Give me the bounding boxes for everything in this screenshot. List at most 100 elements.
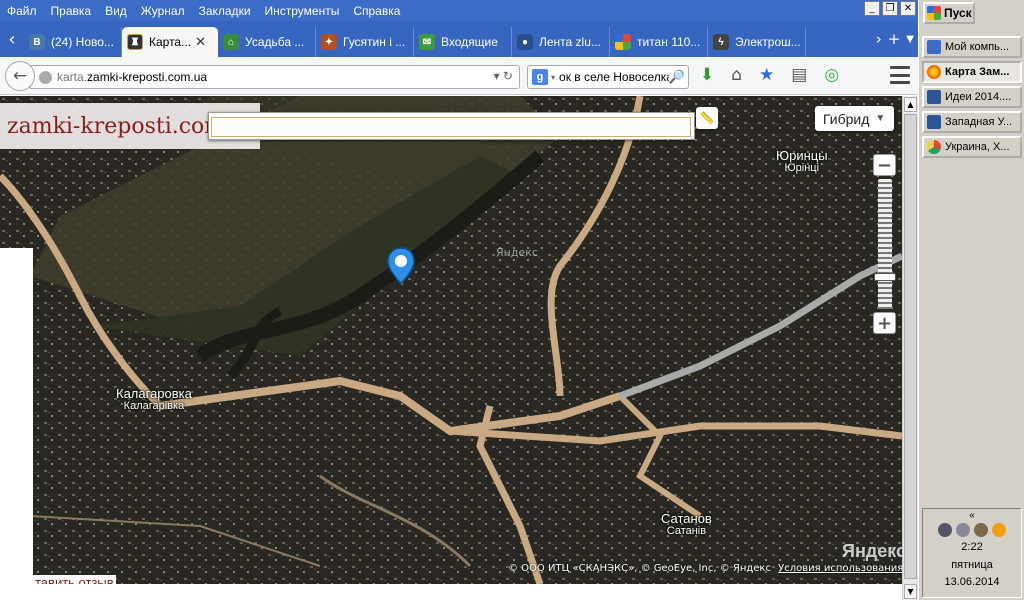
avast-icon[interactable] <box>992 523 1006 537</box>
zoom-slider-track[interactable] <box>873 179 896 309</box>
scrollbar-thumb[interactable] <box>904 114 917 579</box>
search-icon[interactable]: 🔎 <box>668 69 685 85</box>
taskbar-item-firefox[interactable]: Карта Зам... <box>922 61 1022 83</box>
menu-tools[interactable]: Инструменты <box>258 4 347 18</box>
yandex-logo: Яндекс <box>842 541 902 561</box>
start-button[interactable]: Пуск <box>923 2 975 24</box>
tab-scroll-left-icon[interactable]: ‹ <box>0 21 24 57</box>
place-label-satanov: Сатанов Сатанів <box>661 512 712 538</box>
taskbar-item-word-ideas[interactable]: Идеи 2014.... <box>922 86 1022 108</box>
toolbar-icons: ⬇ ⌂ ★ ▤ ◎ <box>700 65 839 85</box>
tab-husiatyn[interactable]: ✦ Гусятин і ... <box>316 27 414 57</box>
satellite-map[interactable]: Яндекс Юринцы Юрінці Калагаровка Калагар… <box>0 96 902 584</box>
layer-select-button[interactable]: Гибрид ▼ <box>815 106 894 131</box>
zoom-control: − + <box>873 154 896 334</box>
home-icon[interactable]: ⌂ <box>731 65 742 85</box>
browser-window: Файл Правка Вид Журнал Закладки Инструме… <box>0 0 918 600</box>
menu-history[interactable]: Журнал <box>134 4 192 18</box>
speaker-icon[interactable] <box>938 523 952 537</box>
menu-edit[interactable]: Правка <box>44 4 99 18</box>
menu-help[interactable]: Справка <box>346 4 407 18</box>
tab-close-icon[interactable]: ✕ <box>195 34 206 50</box>
taskbar-item-label: Украина, Х... <box>945 141 1010 153</box>
navigation-bar: karta. zamki-kreposti.com.ua ▾ ↻ ← g ▾ о… <box>0 57 918 95</box>
back-button[interactable]: ← <box>5 61 35 91</box>
tab-label: титан 110... <box>637 35 701 49</box>
disc-icon[interactable] <box>956 523 970 537</box>
taskbar-item-chrome[interactable]: Украина, Х... <box>922 136 1022 158</box>
tab-electro[interactable]: ϟ Электрош... <box>708 27 806 57</box>
address-bar[interactable]: karta. zamki-kreposti.com.ua ▾ ↻ <box>30 65 520 89</box>
clock-date: 13.06.2014 <box>944 576 1000 588</box>
back-arrow-icon: ← <box>12 66 28 86</box>
zoom-slider-handle[interactable] <box>873 273 896 281</box>
bookmarks-list-icon[interactable]: ▤ <box>791 65 807 85</box>
close-button[interactable]: ✕ <box>900 1 916 16</box>
place-name-ru: Юринцы <box>776 148 828 163</box>
map-search-input[interactable] <box>211 117 691 137</box>
tab-usadba[interactable]: ⌂ Усадьба ... <box>218 27 316 57</box>
taskbar-item-label: Идеи 2014.... <box>945 91 1012 103</box>
menu-file[interactable]: Файл <box>0 4 44 18</box>
taskbar-item-my-computer[interactable]: Мой компь... <box>922 36 1022 58</box>
restore-button[interactable]: ❐ <box>882 1 898 16</box>
chrome-icon <box>927 140 941 154</box>
new-tab-icon[interactable]: + <box>888 30 901 48</box>
tab-label: (24) Ново... <box>51 35 114 49</box>
picture-icon: ✦ <box>321 34 337 50</box>
place-name-ua: Сатанів <box>666 525 707 537</box>
place-label-kalagarovka: Калагаровка Калагарівка <box>116 387 192 413</box>
network-icon[interactable] <box>974 523 988 537</box>
minimize-button[interactable]: _ <box>864 1 880 16</box>
tray-expand-icon[interactable]: « <box>923 510 1021 521</box>
clock-day: пятница <box>951 559 993 571</box>
tab-label: Усадьба ... <box>245 35 305 49</box>
layer-select-label: Гибрид <box>823 110 870 127</box>
tab-inbox[interactable]: ✉ Входящие <box>414 27 512 57</box>
clock-time[interactable]: 2:22 <box>923 541 1021 553</box>
list-tabs-icon[interactable]: ▼ <box>906 34 914 45</box>
search-engine-dropdown-icon[interactable]: ▾ <box>551 73 555 82</box>
terms-link[interactable]: Условия использования <box>778 563 902 574</box>
page-bottom-strip <box>0 584 902 600</box>
google-icon[interactable]: g <box>532 69 548 85</box>
place-name-ua: Калагарівка <box>123 400 185 412</box>
tab-titan[interactable]: титан 110... <box>610 27 708 57</box>
word-document-icon <box>927 115 941 129</box>
taskbar-item-label: Карта Зам... <box>945 66 1010 78</box>
tab-vk[interactable]: B (24) Ново... <box>24 27 122 57</box>
word-document-icon <box>927 90 941 104</box>
tab-map-active[interactable]: ♜ Карта... ✕ <box>122 27 218 57</box>
tool-icon: ϟ <box>713 34 729 50</box>
place-name-ru: Калагаровка <box>116 386 192 401</box>
scroll-up-icon[interactable]: ▲ <box>904 97 917 112</box>
reload-icon[interactable]: ▾ ↻ <box>494 69 513 83</box>
tab-label: Гусятин і ... <box>343 35 406 49</box>
download-icon[interactable]: ⬇ <box>700 65 714 85</box>
search-input[interactable]: ок в селе Новоселка <box>559 70 673 84</box>
window-controls: _ ❐ ✕ <box>864 1 916 16</box>
search-bar[interactable]: g ▾ ок в селе Новоселка 🔎 <box>527 65 689 89</box>
tray-icons <box>923 523 1021 537</box>
ruler-icon[interactable]: 📏 <box>696 107 718 129</box>
scroll-down-icon[interactable]: ▼ <box>904 584 917 599</box>
place-label-yurintsy: Юринцы Юрінці <box>776 149 828 175</box>
tab-feed[interactable]: ● Лента zlu... <box>512 27 610 57</box>
hamburger-menu-icon[interactable] <box>890 66 910 84</box>
tab-label: Электрош... <box>735 35 800 49</box>
sync-icon[interactable]: ◎ <box>824 65 839 85</box>
menu-view[interactable]: Вид <box>98 4 134 18</box>
tab-scroll-right-icon[interactable]: › <box>876 30 882 48</box>
tab-label: Входящие <box>441 35 498 49</box>
zoom-in-button[interactable]: + <box>873 312 896 334</box>
zoom-out-button[interactable]: − <box>873 154 896 176</box>
menu-bookmarks[interactable]: Закладки <box>192 4 258 18</box>
globe-icon <box>39 70 52 84</box>
bookmark-star-icon[interactable]: ★ <box>759 65 774 85</box>
taskbar-item-word-west[interactable]: Западная У... <box>922 111 1022 133</box>
map-copyright: © ООО ИТЦ «СКАНЭКС», © GeoEye, Inc, © Ян… <box>508 563 902 574</box>
chevron-down-icon: ▼ <box>875 113 886 124</box>
taskbar-item-label: Мой компь... <box>945 41 1010 53</box>
vertical-scrollbar[interactable]: ▲ ▼ <box>902 96 918 600</box>
system-tray: « 2:22 пятница 13.06.2014 <box>922 508 1022 598</box>
